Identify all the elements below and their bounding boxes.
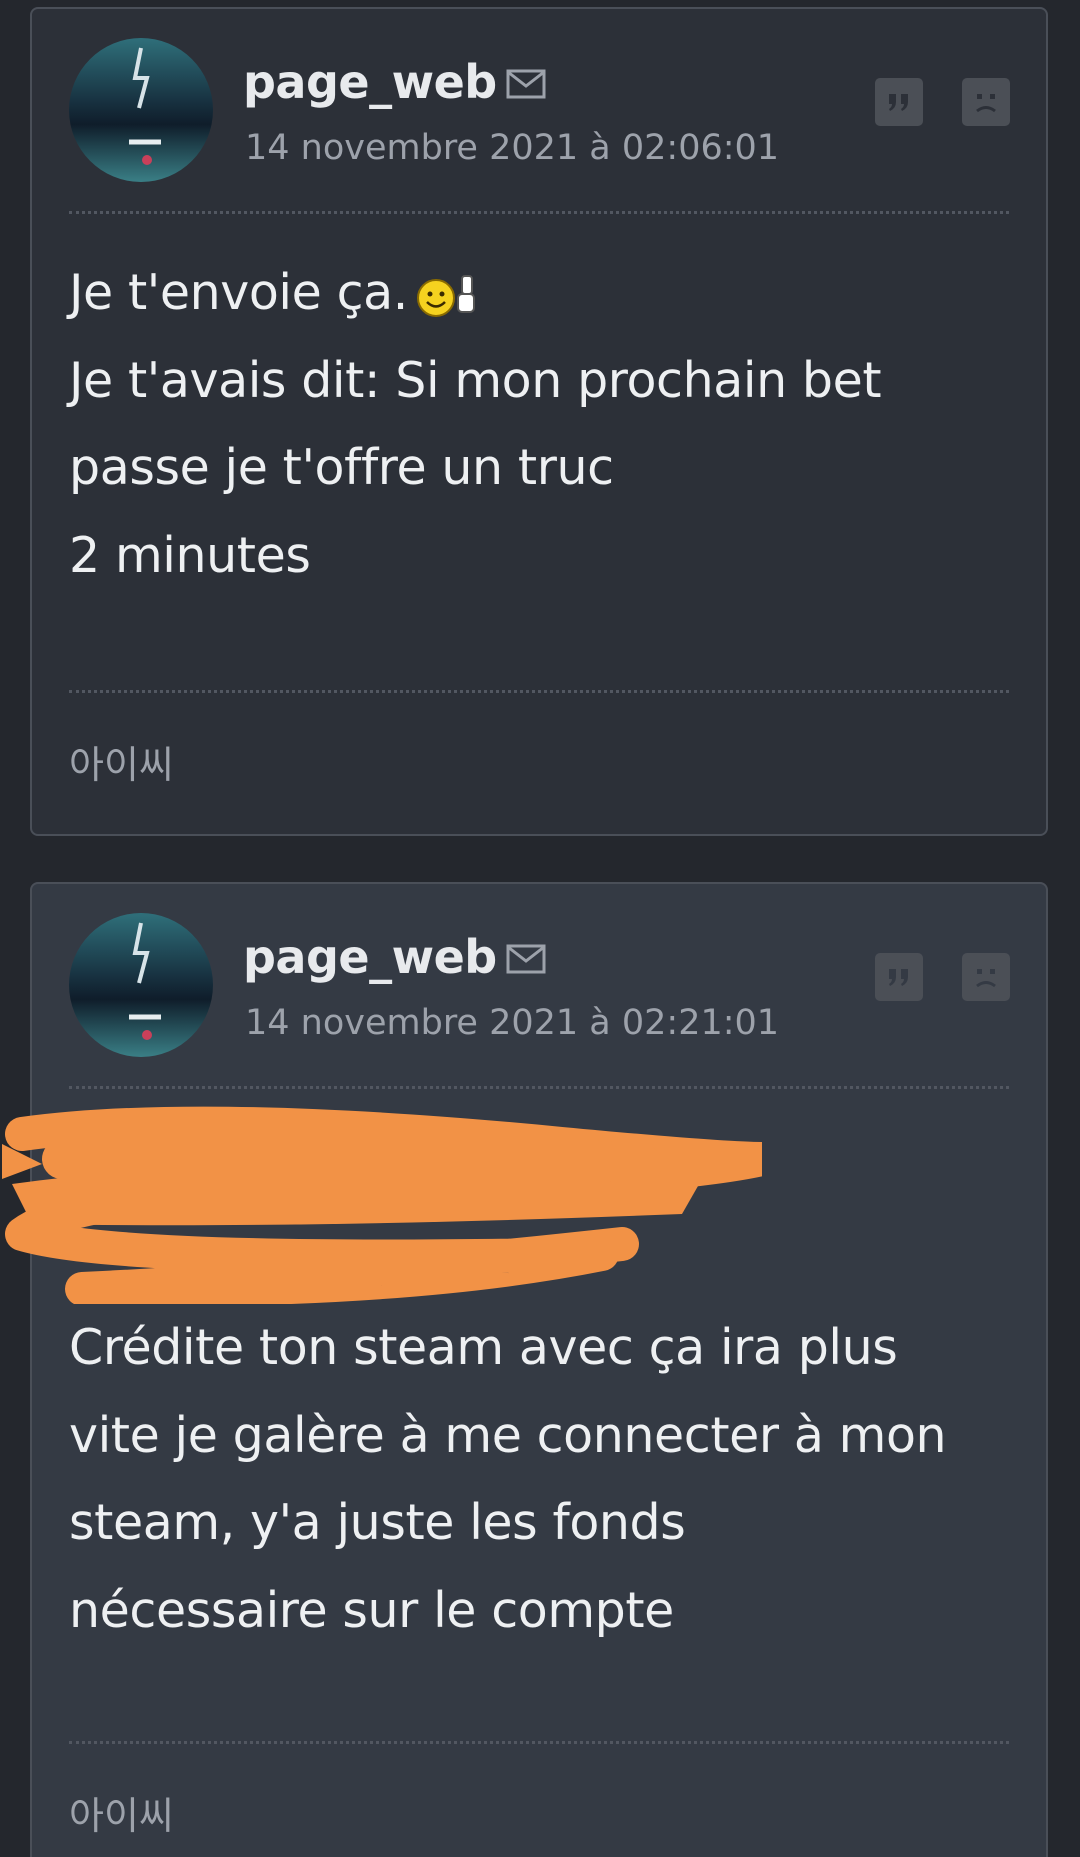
sad-face-icon — [976, 969, 996, 988]
post-line: Crédite ton steam avec ça ira plus — [69, 1319, 898, 1376]
sad-face-icon — [976, 94, 996, 113]
smiley-thumbs-up-icon — [416, 274, 475, 317]
post-line: 2 minutes — [69, 526, 311, 584]
avatar[interactable] — [69, 913, 213, 1057]
post-line: Je t'avais dit: Si mon prochain bet — [69, 351, 882, 409]
post-timestamp: 14 novembre 2021 à 02:06:01 — [245, 128, 780, 168]
quote-icon — [889, 94, 908, 111]
header-divider — [69, 1086, 1009, 1089]
post-line: nécessaire sur le compte — [69, 1581, 674, 1639]
post-body: Je t'envoie ça. Je t'avais dit: Si mon p… — [69, 249, 1016, 599]
quote-button[interactable] — [875, 953, 923, 1001]
mail-icon[interactable] — [506, 69, 546, 99]
post-line: vite je galère à me connecter à mon — [69, 1406, 947, 1464]
post-body: Crédite ton steam avec ça ira plus vite … — [69, 1304, 1016, 1654]
mail-icon[interactable] — [506, 944, 546, 974]
quote-button[interactable] — [875, 78, 923, 126]
quote-icon — [889, 969, 908, 986]
post-line: passe je t'offre un truc — [69, 439, 614, 496]
header-divider — [69, 211, 1009, 214]
post-card: page_web 14 novembre 2021 à 02:06:01 Je … — [30, 7, 1048, 836]
post-line: Je t'envoie ça. — [69, 249, 1016, 337]
message-feed: page_web 14 novembre 2021 à 02:06:01 Je … — [0, 0, 1080, 1857]
signature-divider — [69, 1741, 1009, 1744]
sad-reaction-button[interactable] — [962, 953, 1010, 1001]
post-line: steam, y'a juste les fonds — [69, 1494, 686, 1551]
author-name[interactable]: page_web — [243, 55, 497, 109]
redaction-scribble — [2, 1106, 762, 1304]
avatar[interactable] — [69, 38, 213, 182]
post-timestamp: 14 novembre 2021 à 02:21:01 — [245, 1003, 780, 1043]
post-card: page_web 14 novembre 2021 à 02:21:01 Cré… — [2, 882, 1048, 1857]
sad-reaction-button[interactable] — [962, 78, 1010, 126]
signature: 아이씨 — [69, 1794, 174, 1838]
author-name[interactable]: page_web — [243, 930, 497, 984]
signature-divider — [69, 690, 1009, 693]
signature: 아이씨 — [69, 743, 174, 787]
